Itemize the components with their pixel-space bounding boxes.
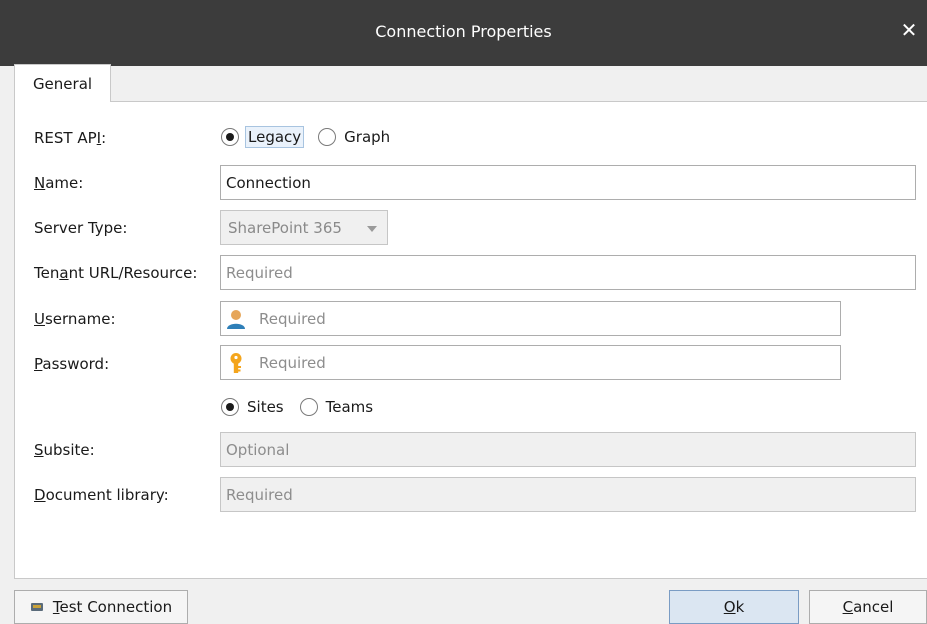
user-icon — [227, 309, 245, 329]
username-label: Username: — [34, 310, 116, 328]
cancel-button[interactable]: Cancel — [809, 590, 927, 624]
radio-sites[interactable]: Sites — [221, 397, 286, 417]
server-type-select: SharePoint 365 — [220, 210, 388, 245]
radio-graph[interactable]: Graph — [318, 127, 392, 147]
radio-teams-label: Teams — [325, 398, 374, 416]
password-placeholder: Required — [259, 353, 326, 372]
name-label: Name: — [34, 174, 84, 192]
tab-general[interactable]: General — [14, 64, 111, 102]
username-placeholder: Required — [259, 309, 326, 328]
test-connection-label: Test Connection — [52, 598, 173, 616]
tenant-url-input[interactable]: Required — [220, 255, 916, 290]
subsite-label: Subsite: — [34, 441, 95, 459]
document-library-input: Required — [220, 477, 916, 512]
radio-legacy-indicator[interactable] — [221, 128, 239, 146]
test-connection-button[interactable]: Test Connection — [14, 590, 188, 624]
ok-label: Ok — [723, 598, 745, 616]
server-type-label: Server Type: — [34, 219, 128, 237]
radio-teams[interactable]: Teams — [299, 397, 375, 417]
tenant-url-label: Tenant URL/Resource: — [34, 264, 198, 282]
radio-legacy[interactable]: Legacy — [221, 126, 305, 148]
radio-teams-indicator[interactable] — [299, 398, 318, 416]
subsite-placeholder: Optional — [226, 440, 290, 459]
rest-api-label: REST API: — [34, 129, 107, 147]
cancel-label: Cancel — [842, 598, 894, 616]
password-label: Password: — [34, 355, 110, 373]
chevron-down-icon — [367, 226, 377, 232]
document-library-label: Document library: — [34, 486, 169, 504]
name-value: Connection — [226, 173, 311, 192]
ok-button[interactable]: Ok — [669, 590, 799, 624]
radio-sites-indicator[interactable] — [221, 398, 239, 416]
document-library-placeholder: Required — [226, 485, 293, 504]
close-icon[interactable]: ✕ — [897, 18, 921, 46]
tab-general-label: General — [32, 75, 93, 93]
tenant-url-placeholder: Required — [226, 263, 293, 282]
plug-icon — [30, 603, 43, 611]
subsite-input: Optional — [220, 432, 916, 467]
title-bar: Connection Properties ✕ — [0, 0, 927, 66]
radio-graph-indicator[interactable] — [318, 128, 337, 146]
radio-legacy-label: Legacy — [245, 126, 305, 148]
radio-sites-label: Sites — [247, 398, 284, 416]
window-title: Connection Properties — [375, 22, 552, 41]
username-input[interactable]: Required — [220, 301, 841, 336]
rest-api-radio-group: Legacy Graph — [221, 126, 406, 148]
radio-graph-label: Graph — [344, 128, 391, 146]
scope-radio-group: Sites Teams — [221, 397, 389, 417]
server-type-value: SharePoint 365 — [228, 218, 342, 237]
password-input[interactable]: Required — [220, 345, 841, 380]
key-icon — [230, 352, 242, 373]
name-field[interactable]: Connection — [220, 165, 916, 200]
